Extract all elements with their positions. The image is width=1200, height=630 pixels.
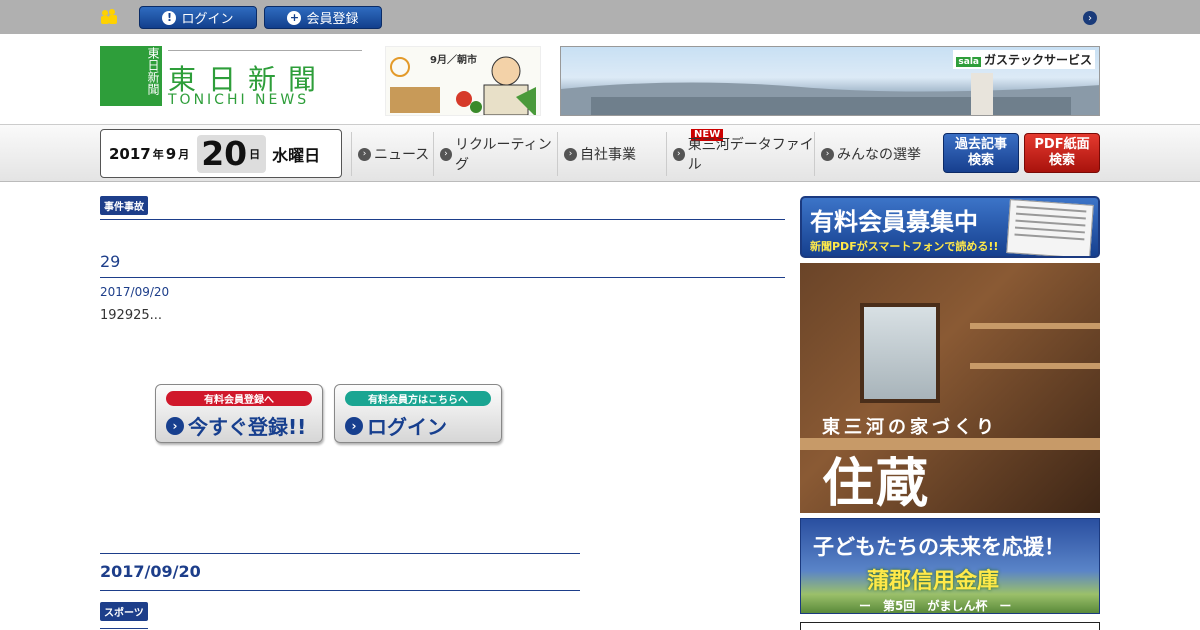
- gastec-ad-banner[interactable]: sala ガステックサービス: [560, 46, 1100, 116]
- category-badge[interactable]: 事件事故: [100, 196, 148, 215]
- chevron-right-icon: ›: [440, 147, 452, 161]
- register-now-button[interactable]: 有料会員登録へ › 今すぐ登録!!: [155, 384, 323, 443]
- chevron-right-icon: ›: [358, 147, 371, 161]
- nav-item-election[interactable]: › みんなの選挙: [814, 132, 934, 176]
- shelf: [970, 323, 1100, 329]
- divider: [100, 277, 785, 278]
- nav-item-label: 自社事業: [580, 147, 636, 163]
- nav-item-label: 東三河データファイル: [687, 137, 814, 173]
- nav-item-news[interactable]: › ニュース: [351, 132, 433, 176]
- register-button[interactable]: + 会員登録: [264, 6, 382, 29]
- date-month-unit: 月: [178, 147, 190, 161]
- sumikura-ad-banner[interactable]: 東三河の家づくり 住蔵: [800, 263, 1100, 513]
- pdf-search-label-1: PDF紙面: [1034, 137, 1090, 152]
- window-image: [860, 303, 940, 403]
- pdf-search-label-2: 検索: [1048, 153, 1075, 168]
- nav-item-recruiting[interactable]: › リクルーティング: [433, 132, 557, 176]
- login-label: ログイン: [181, 12, 234, 27]
- date-year-unit: 年: [152, 147, 164, 161]
- nav-item-datafile[interactable]: › 東三河データファイル: [666, 132, 814, 176]
- members-icon: [101, 9, 117, 24]
- register-label: 会員登録: [306, 12, 359, 27]
- logo-rule: [168, 50, 362, 51]
- shelf: [970, 363, 1100, 369]
- register-now-label-row: › 今すぐ登録!!: [166, 411, 306, 440]
- divider: [100, 553, 580, 554]
- chevron-right-icon: ›: [345, 416, 363, 435]
- plus-icon: +: [287, 10, 302, 25]
- asaichi-ad-banner[interactable]: 9月／朝市: [385, 46, 541, 116]
- date-day: 20: [201, 134, 248, 173]
- chevron-right-icon[interactable]: ›: [1083, 11, 1097, 25]
- article-date: 2017/09/20: [100, 285, 170, 299]
- site-logo[interactable]: 東日新聞 東日新聞 TONICHI NEWS: [100, 46, 362, 108]
- asaichi-caption: 9月／朝市: [430, 55, 477, 66]
- member-login-label-row: › ログイン: [345, 411, 447, 440]
- chevron-right-icon: ›: [564, 147, 577, 161]
- divider: [100, 219, 785, 220]
- nav-item-company[interactable]: › 自社事業: [557, 132, 665, 176]
- divider: [100, 590, 580, 591]
- date-day-unit: 日: [249, 147, 261, 161]
- chevron-right-icon: ›: [821, 147, 834, 161]
- category-badge[interactable]: スポーツ: [100, 602, 148, 621]
- register-pill: 有料会員登録へ: [166, 391, 312, 406]
- gamashin-ad-banner[interactable]: 子どもたちの未来を応援！ 蒲郡信用金庫 ー 第5回 がましん杯 ー: [800, 518, 1100, 614]
- logo-subtitle: TONICHI NEWS: [168, 92, 310, 108]
- member-recruit-banner[interactable]: 有料会員募集中 新聞PDFがスマートフォンで読める!!: [800, 196, 1100, 258]
- newspaper-image: [1006, 199, 1094, 256]
- cityscape-photo: [561, 73, 1099, 115]
- login-button[interactable]: ! ログイン: [139, 6, 257, 29]
- sidebar-next-banner[interactable]: [800, 622, 1100, 630]
- recruit-heading: 有料会員募集中: [810, 208, 978, 236]
- recruit-subtext: 新聞PDFがスマートフォンで読める!!: [810, 240, 999, 253]
- register-now-label: 今すぐ登録!!: [188, 415, 307, 439]
- date-year: 2017: [109, 144, 151, 163]
- date-month: 9: [165, 144, 177, 163]
- member-login-label: ログイン: [367, 415, 447, 439]
- logo-vertical-text: 東日新聞: [146, 47, 160, 95]
- nav-item-label: リクルーティング: [454, 137, 552, 173]
- bank-line-1: 子どもたちの未来を応援！: [813, 535, 1065, 559]
- archive-search-label-1: 過去記事: [954, 137, 1007, 152]
- archive-search-button[interactable]: 過去記事 検索: [943, 133, 1019, 173]
- list-date-heading: 2017/09/20: [100, 562, 201, 581]
- chevron-right-icon: ›: [673, 147, 685, 161]
- house-brand: 住蔵: [822, 454, 931, 513]
- login-pill: 有料会員方はこちらへ: [345, 391, 491, 406]
- archive-search-label-2: 検索: [967, 153, 994, 168]
- info-icon: !: [162, 10, 177, 25]
- date-day-box: 20 日: [197, 134, 267, 173]
- pdf-search-button[interactable]: PDF紙面 検索: [1024, 133, 1100, 173]
- house-tagline: 東三河の家づくり: [822, 417, 998, 438]
- article-excerpt: 192925...: [100, 308, 163, 323]
- date-display: 2017 年 9 月 20 日 水曜日: [100, 129, 342, 178]
- divider: [100, 628, 148, 629]
- article-title: 29: [100, 252, 121, 271]
- bank-line-2: 蒲郡信用金庫: [867, 569, 1000, 594]
- date-weekday: 水曜日: [272, 145, 321, 165]
- top-bar: ! ログイン + 会員登録 ›: [0, 0, 1200, 34]
- nav-item-label: ニュース: [374, 147, 430, 163]
- bank-line-3: ー 第5回 がましん杯 ー: [859, 599, 1012, 613]
- chevron-right-icon: ›: [166, 416, 184, 435]
- member-login-button[interactable]: 有料会員方はこちらへ › ログイン: [334, 384, 502, 443]
- nav-item-label: みんなの選挙: [837, 147, 921, 163]
